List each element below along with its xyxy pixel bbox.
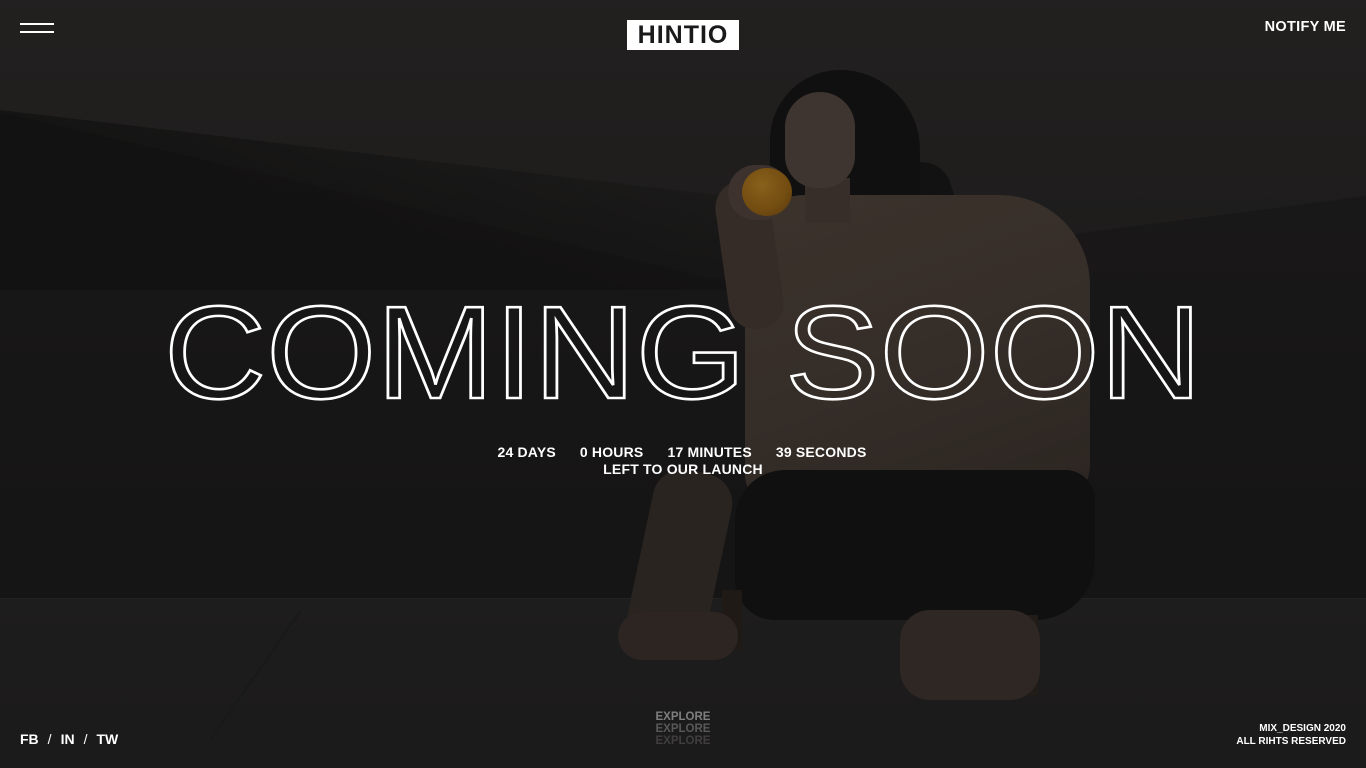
explore-label-echo: EXPLORE	[655, 735, 711, 747]
site-logo[interactable]: HINTIO	[627, 20, 739, 50]
copyright-credits: MIX_DESIGN 2020 ALL RIHTS RESERVED	[1236, 723, 1346, 748]
credits-line-1: MIX_DESIGN 2020	[1259, 723, 1346, 734]
credits-line-2: ALL RIHTS RESERVED	[1236, 735, 1346, 747]
countdown-caption: LEFT TO OUR LAUNCH	[603, 461, 763, 477]
notify-me-link[interactable]: NOTIFY ME	[1265, 19, 1346, 35]
headline-text: COMING SOON	[164, 280, 1202, 426]
launch-countdown: 24 DAYS 0 HOURS 17 MINUTES 39 SECONDS LEFT T…	[0, 444, 1366, 477]
countdown-seconds: 39 SECONDS	[775, 444, 867, 460]
explore-label: EXPLORE	[655, 711, 711, 723]
coming-soon-headline: COMING SOON	[0, 280, 1366, 430]
countdown-hours: 0 HOURS	[579, 444, 644, 460]
explore-scroll-link[interactable]: EXPLORE EXPLORE EXPLORE	[0, 711, 1366, 747]
countdown-minutes: 17 MINUTES	[667, 444, 752, 460]
explore-label-echo: EXPLORE	[655, 723, 711, 735]
hamburger-menu-icon[interactable]	[20, 23, 54, 34]
countdown-days: 24 DAYS	[497, 444, 556, 460]
